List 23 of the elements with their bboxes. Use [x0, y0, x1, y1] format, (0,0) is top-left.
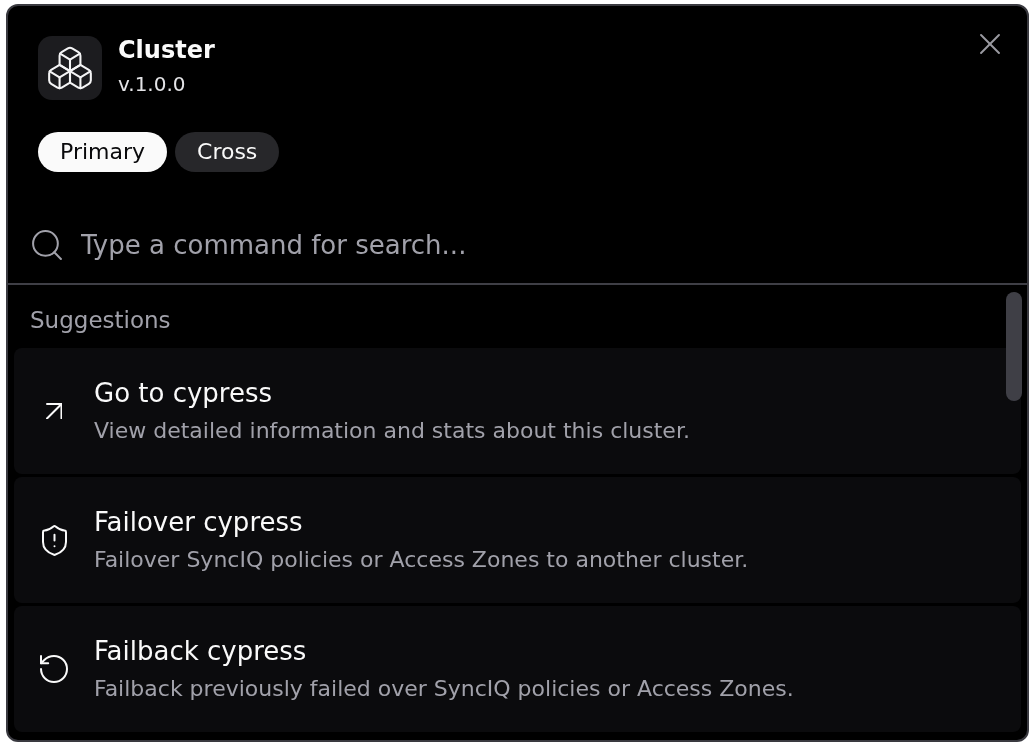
search-icon	[32, 230, 62, 260]
suggestion-description: Failback previously failed over SyncIQ policies or Access Zones.	[94, 675, 794, 703]
suggestion-title: Go to cypress	[94, 377, 273, 409]
close-button[interactable]	[980, 34, 1000, 54]
counterclockwise-arrow-icon	[40, 655, 68, 683]
suggestion-item[interactable]: Go to cypress View detailed information and stats about this cluster.	[14, 348, 1021, 474]
app-name: Cluster	[118, 35, 215, 65]
shield-exclamation-icon	[41, 524, 67, 556]
diagonal-arrow-icon	[45, 402, 63, 420]
section-heading: Suggestions	[30, 307, 171, 333]
suggestion-item[interactable]: Failback cypress Failback previously failed over SyncIQ policies or Access Zones.	[14, 606, 1021, 732]
search-field[interactable]: Type a command for search...	[81, 225, 1027, 265]
suggestion-item[interactable]: Failover cypress Failover SyncIQ policies or Access Zones to another cluster.	[14, 477, 1021, 603]
app-version: v.1.0.0	[118, 71, 186, 98]
suggestion-title: Failback cypress	[94, 635, 307, 667]
tab[interactable]: Primary	[38, 132, 167, 172]
suggestion-description: Failover SyncIQ policies or Access Zones to another cluster.	[94, 546, 749, 574]
suggestion-title: Failover cypress	[94, 506, 303, 538]
scrollbar-thumb[interactable]	[1006, 292, 1022, 401]
suggestion-description: View detailed information and stats about this cluster.	[94, 417, 690, 445]
cubes-logo-icon	[38, 36, 102, 100]
tab[interactable]: Cross	[175, 132, 280, 172]
close-icon	[980, 34, 1000, 54]
